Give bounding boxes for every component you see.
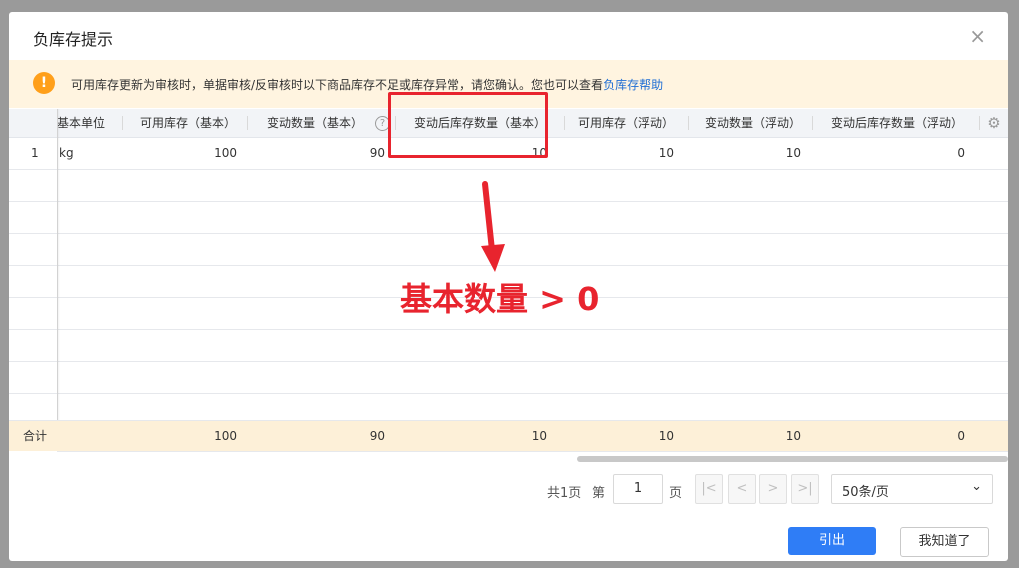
total-avail-float: 10 — [658, 429, 674, 443]
alert-message: 可用库存更新为审核时，单据审核/反审核时以下商品库存不足或库存异常，请您确认。您… — [71, 76, 663, 93]
export-button[interactable]: 引出 — [788, 527, 876, 555]
horizontal-scrollbar[interactable] — [57, 451, 1008, 466]
col-base-unit[interactable]: 基本单位 — [57, 109, 105, 137]
cell-after-float: 0 — [957, 146, 965, 160]
chevron-down-icon: ⌄ — [971, 479, 982, 494]
page-number-input[interactable]: 1 — [613, 474, 663, 504]
cell-change-base: 90 — [369, 146, 385, 160]
empty-row — [9, 362, 1008, 394]
total-after-base: 10 — [531, 429, 547, 443]
page-size-select[interactable]: 50条/页 ⌄ — [831, 474, 993, 504]
cell-avail-float: 10 — [658, 146, 674, 160]
next-page-button[interactable]: > — [759, 474, 787, 504]
last-page-button[interactable]: >| — [791, 474, 819, 504]
dialog-header: 负库存提示 × — [9, 12, 1008, 61]
col-after-float[interactable]: 变动后库存数量（浮动） — [831, 109, 963, 137]
acknowledge-button[interactable]: 我知道了 — [900, 527, 989, 557]
row-index: 1 — [31, 146, 39, 160]
total-label: 合计 — [23, 429, 48, 443]
cell-change-float: 10 — [785, 146, 801, 160]
empty-row — [9, 330, 1008, 362]
gear-icon[interactable]: ⚙ — [985, 114, 1003, 132]
total-change-base: 90 — [369, 429, 385, 443]
total-row: 合计 100 90 10 10 10 0 — [9, 421, 1008, 451]
col-change-base[interactable]: 变动数量（基本）? — [267, 109, 391, 137]
alert-message-text: 可用库存更新为审核时，单据审核/反审核时以下商品库存不足或库存异常，请您确认。您… — [71, 78, 604, 92]
col-separator — [247, 116, 248, 130]
cell-avail-base: 100 — [214, 146, 237, 160]
col-change-float[interactable]: 变动数量（浮动） — [705, 109, 801, 137]
page-label-before: 第 — [592, 486, 606, 501]
total-change-float: 10 — [785, 429, 801, 443]
col-separator — [812, 116, 813, 130]
exclamation-icon: ! — [33, 72, 55, 94]
dialog-title: 负库存提示 — [33, 30, 114, 49]
col-separator — [564, 116, 565, 130]
page-label-after: 页 — [669, 486, 683, 501]
col-change-base-label: 变动数量（基本） — [267, 116, 364, 130]
first-page-button[interactable]: |< — [695, 474, 723, 504]
col-avail-float[interactable]: 可用库存（浮动） — [578, 109, 674, 137]
negative-stock-help-link[interactable]: 负库存帮助 — [603, 78, 663, 92]
cell-base-unit: kg — [59, 146, 74, 160]
col-separator — [122, 116, 123, 130]
close-icon[interactable]: × — [969, 24, 986, 48]
annotation-highlight-box — [388, 92, 548, 158]
pagination: 共1页 第 1 页 |< < > >| 50条/页 ⌄ — [9, 474, 1008, 506]
total-after-float: 0 — [957, 429, 965, 443]
page-size-value: 50条/页 — [842, 485, 889, 500]
col-avail-base[interactable]: 可用库存（基本） — [140, 109, 236, 137]
col-separator — [688, 116, 689, 130]
prev-page-button[interactable]: < — [728, 474, 756, 504]
scrollbar-thumb[interactable] — [577, 456, 1008, 462]
total-pages: 共1页 — [547, 486, 582, 501]
frozen-column-shadow — [57, 109, 60, 420]
annotation-text: 基本数量 > 0 — [400, 280, 600, 318]
annotation-arrow-icon — [481, 181, 505, 272]
total-avail-base: 100 — [214, 429, 237, 443]
col-separator — [979, 116, 980, 130]
empty-row — [9, 394, 1008, 421]
